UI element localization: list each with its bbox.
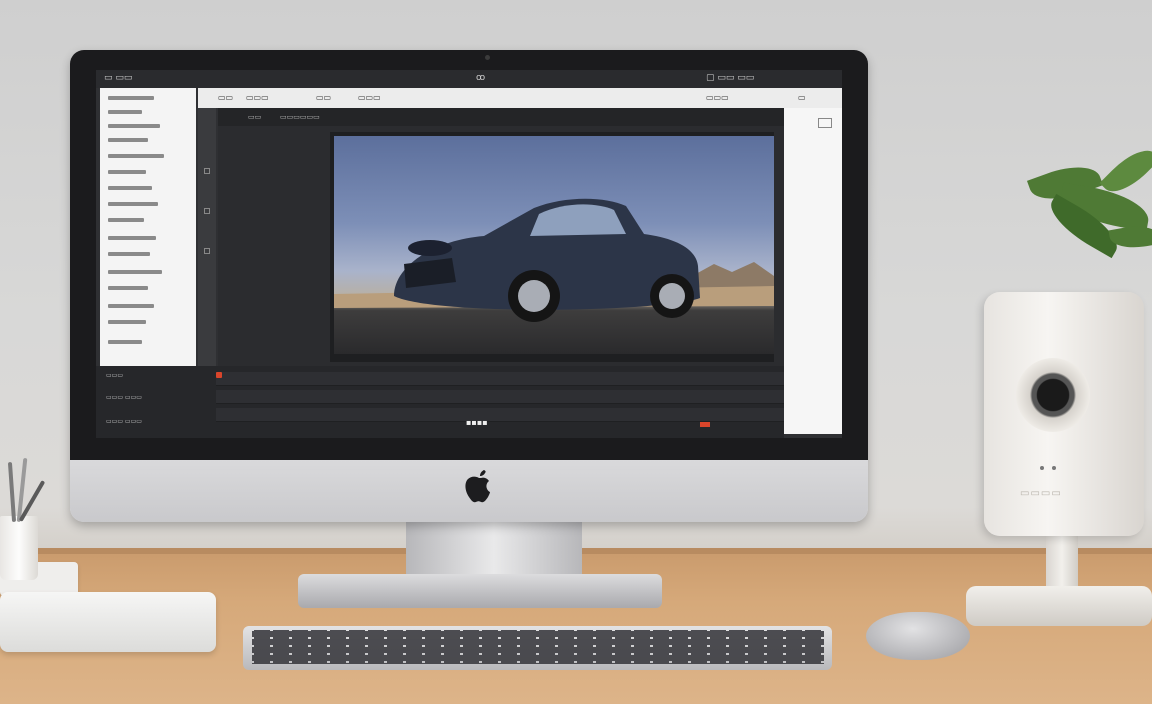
menu-bar: ▭ ▭▭ ꝏ ▢ ▭▭ ▭▭	[96, 70, 842, 88]
toolbar-item[interactable]: ▭	[798, 93, 806, 102]
toolbar-item[interactable]: ▭▭	[218, 93, 233, 102]
headlight	[408, 240, 452, 256]
list-item[interactable]	[108, 109, 142, 114]
left-panel	[100, 88, 196, 366]
editor-area: ▭▭ ▭▭▭▭▭▭	[218, 108, 784, 366]
timeline-track[interactable]	[216, 408, 784, 422]
list-item[interactable]	[108, 269, 162, 274]
tool-icon[interactable]	[204, 168, 210, 174]
menu-right-text: ▢ ▭▭ ▭▭	[706, 73, 755, 83]
list-item[interactable]	[108, 251, 150, 256]
toolbar: ▭▭ ▭▭▭ ▭▭ ▭▭▭ ▭▭▭ ▭	[198, 88, 842, 108]
menu-center-text: ꝏ	[476, 73, 486, 83]
car-image	[334, 136, 774, 354]
timeline: ▭▭▭ ▭▭▭ ▭▭▭ ▭▭▭ ▭▭▭ ▪▪▪▪	[96, 366, 784, 438]
list-item[interactable]	[108, 123, 160, 128]
editor-tab[interactable]: ▭▭	[248, 113, 261, 121]
timecode: ▪▪▪▪	[466, 418, 488, 427]
menu-left-text: ▭ ▭▭	[104, 73, 133, 83]
timeline-track[interactable]	[216, 372, 784, 386]
device-label: ▭▭▭▭	[1020, 488, 1062, 499]
list-item[interactable]	[108, 153, 164, 158]
marker-icon[interactable]	[700, 422, 710, 427]
pen-cup	[0, 516, 38, 580]
car-illustration	[334, 198, 774, 322]
editor-title: ▭▭▭▭▭▭	[280, 113, 320, 121]
tools-column	[198, 108, 216, 366]
toolbar-item[interactable]: ▭▭▭	[706, 93, 729, 102]
list-item[interactable]	[108, 201, 158, 206]
list-item[interactable]	[108, 95, 154, 100]
monitor-stand-neck	[406, 522, 582, 578]
monitor-stand-foot	[298, 574, 662, 608]
mouse	[866, 612, 970, 660]
monitor-chin	[70, 460, 868, 522]
preview-panel	[330, 132, 774, 362]
list-item[interactable]	[108, 339, 142, 344]
rim	[518, 280, 550, 312]
timeline-label: ▭▭▭ ▭▭▭	[106, 418, 142, 425]
device-base	[966, 586, 1152, 626]
tool-icon[interactable]	[204, 208, 210, 214]
panel-icon[interactable]	[818, 118, 832, 128]
toolbar-item[interactable]: ▭▭▭	[246, 93, 269, 102]
timeline-label: ▭▭▭	[106, 372, 124, 379]
indicator-dot	[1040, 466, 1044, 470]
list-item[interactable]	[108, 217, 144, 222]
router-device	[0, 592, 216, 652]
list-item[interactable]	[108, 137, 148, 142]
record-icon[interactable]	[216, 372, 222, 378]
indicator-dot	[1052, 466, 1056, 470]
tool-icon[interactable]	[204, 248, 210, 254]
keyboard-keys	[252, 630, 824, 664]
toolbar-item[interactable]: ▭▭	[316, 93, 331, 102]
editor-header: ▭▭ ▭▭▭▭▭▭	[218, 108, 784, 126]
list-item[interactable]	[108, 169, 146, 174]
timeline-track[interactable]	[216, 390, 784, 404]
device-stand	[1046, 536, 1078, 592]
list-item[interactable]	[108, 235, 156, 240]
rim	[659, 283, 685, 309]
list-item[interactable]	[108, 285, 148, 290]
pen	[7, 461, 17, 523]
list-item[interactable]	[108, 303, 154, 308]
list-item[interactable]	[108, 185, 152, 190]
speaker-icon	[1016, 358, 1090, 432]
apple-logo-icon	[465, 470, 490, 503]
screen: ▭ ▭▭ ꝏ ▢ ▭▭ ▭▭ ▭▭ ▭▭▭ ▭▭ ▭▭▭ ▭▭▭ ▭ ▭▭ ▭▭…	[96, 70, 842, 438]
webcam-dot	[485, 55, 490, 60]
list-item[interactable]	[108, 319, 146, 324]
timeline-label: ▭▭▭ ▭▭▭	[106, 394, 142, 401]
right-panel	[784, 108, 842, 434]
toolbar-item[interactable]: ▭▭▭	[358, 93, 381, 102]
